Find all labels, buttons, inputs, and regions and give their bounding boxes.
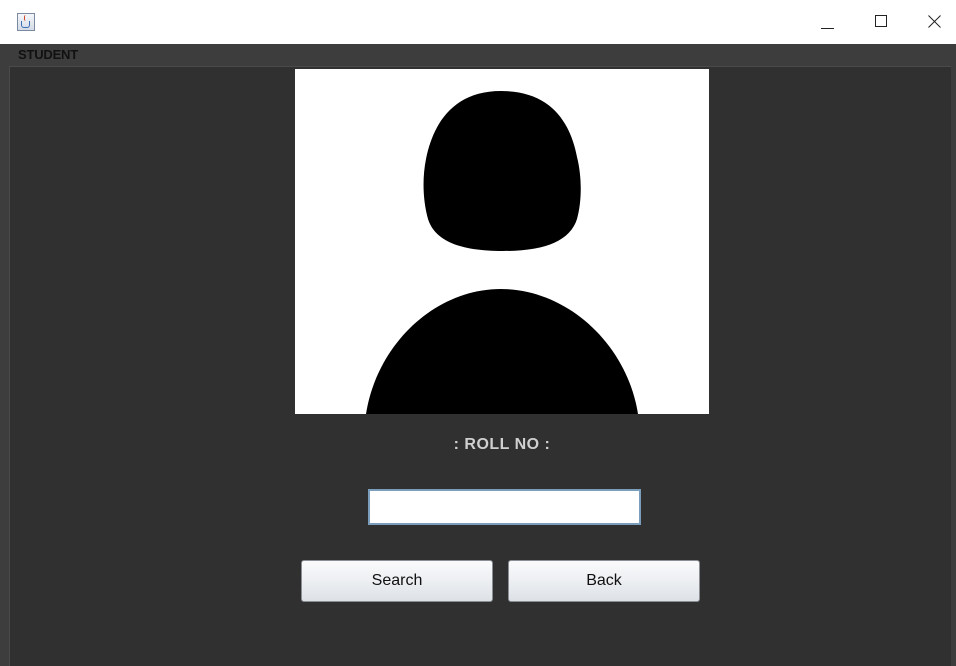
maximize-icon [875,15,887,27]
close-button[interactable] [912,0,956,44]
minimize-icon [821,28,834,29]
roll-no-input[interactable] [368,489,641,525]
minimize-button[interactable] [805,0,851,44]
user-silhouette-icon [366,91,638,414]
back-button[interactable]: Back [508,560,700,602]
app-window: STUDENT : ROLL NO : Search Back [0,0,956,666]
java-app-icon[interactable] [17,13,35,31]
search-button[interactable]: Search [301,560,493,602]
maximize-button[interactable] [858,0,904,44]
student-photo [295,69,709,414]
roll-no-label: : ROLL NO : [453,436,551,453]
title-bar[interactable] [0,0,956,44]
frame-title: STUDENT [18,47,78,62]
